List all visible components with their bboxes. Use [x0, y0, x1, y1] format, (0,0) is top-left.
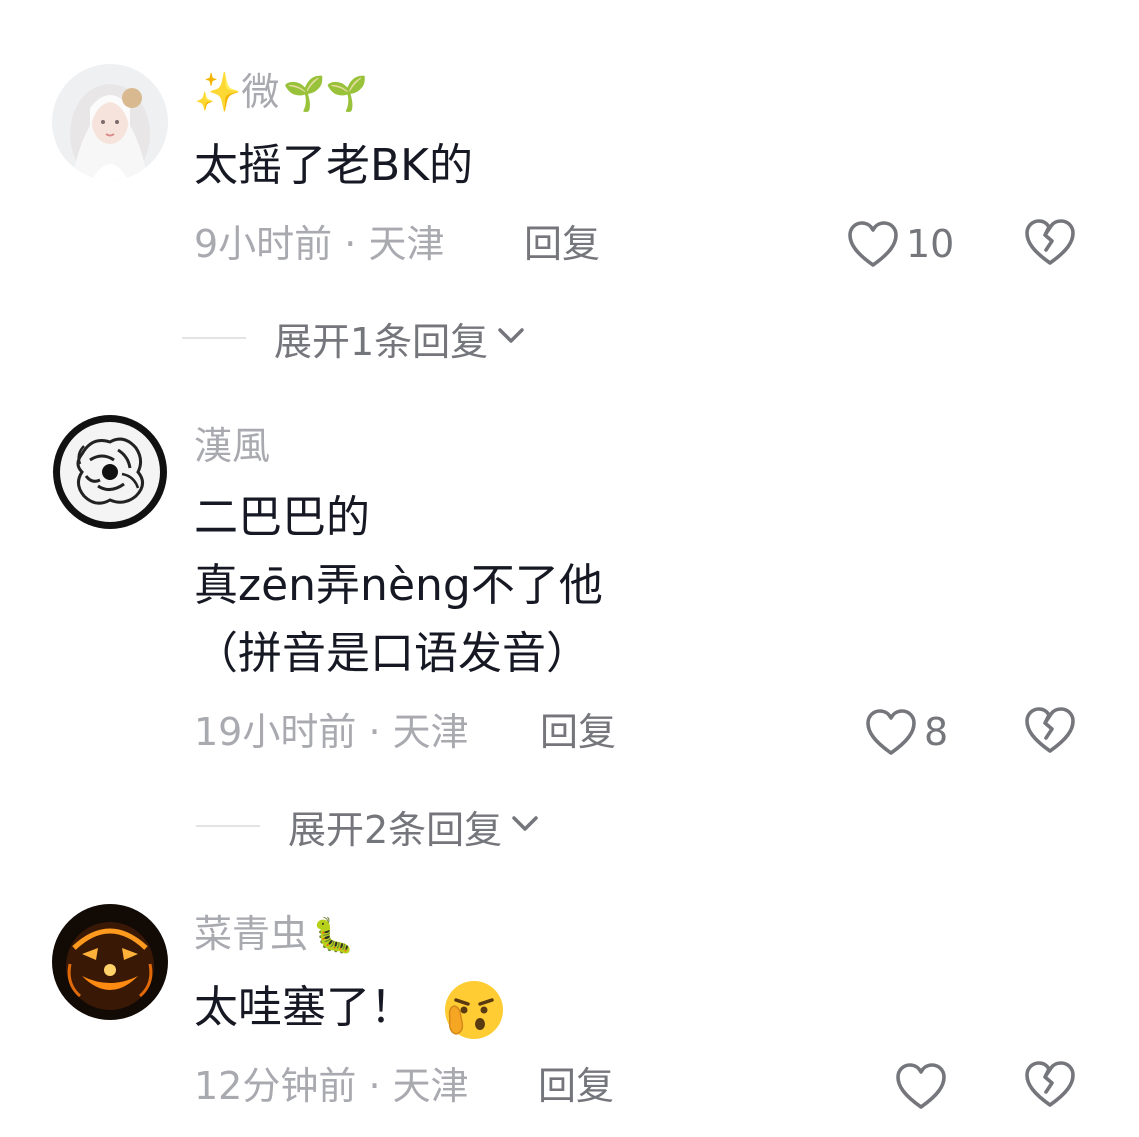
like-button[interactable]: 8 — [864, 704, 948, 760]
expand-replies-button[interactable]: 展开2条回复 — [196, 802, 540, 852]
timestamp: 12分钟前 — [194, 1064, 357, 1108]
comment-text-line: 真zēn弄nèng不了他 — [194, 560, 603, 611]
comment-text-content: 太哇塞了！ — [194, 982, 414, 1033]
heart-outline-icon — [896, 1063, 946, 1109]
reply-button[interactable]: 回复 — [540, 708, 616, 756]
chevron-down-icon — [496, 326, 526, 350]
username[interactable]: 漢風 — [194, 422, 270, 470]
location: 天津 — [368, 222, 445, 266]
dislike-button[interactable] — [1022, 704, 1078, 760]
heart-outline-icon — [848, 221, 898, 267]
like-button[interactable]: 10 — [846, 216, 954, 272]
comment-meta: 9小时前 · 天津 — [194, 220, 444, 268]
like-count: 8 — [924, 710, 949, 754]
timestamp: 19小时前 — [194, 710, 357, 754]
comment-text: 二巴巴的 真zēn弄nèng不了他 （拼音是口语发音） — [194, 484, 603, 688]
expand-replies-button[interactable]: 展开1条回复 — [182, 314, 526, 364]
avatar[interactable] — [52, 64, 168, 180]
like-button[interactable] — [894, 1058, 948, 1114]
avatar[interactable] — [52, 414, 168, 530]
chevron-down-icon — [510, 814, 540, 838]
like-count: 10 — [906, 222, 955, 266]
caterpillar-emoji: 🐛 — [312, 916, 355, 956]
shushing-face-emoji — [445, 981, 503, 1039]
reply-button[interactable]: 回复 — [538, 1062, 614, 1110]
dislike-button[interactable] — [1022, 216, 1078, 272]
meta-separator: · — [368, 710, 381, 754]
comment-text-line: 二巴巴的 — [194, 492, 370, 543]
location: 天津 — [392, 1064, 469, 1108]
sprout-emoji: 🌱🌱 — [283, 74, 368, 114]
username-text: 漢風 — [194, 424, 271, 468]
comment-text: 太摇了老BK的 — [194, 132, 473, 200]
username-text: 菜青虫 — [194, 912, 309, 956]
comment-text: 太哇塞了！ — [194, 974, 506, 1042]
expand-replies-label: 展开2条回复 — [288, 807, 503, 852]
heart-outline-icon — [866, 709, 916, 755]
username[interactable]: 菜青虫 🐛 — [194, 910, 354, 960]
broken-heart-outline-icon — [1025, 219, 1075, 265]
comment-text-line: （拼音是口语发音） — [194, 628, 590, 679]
username-text: ✨微 — [194, 70, 280, 114]
location: 天津 — [392, 710, 469, 754]
meta-separator: · — [368, 1064, 381, 1108]
dislike-button[interactable] — [1022, 1058, 1078, 1114]
comment-text-line: 太哇塞了！ — [194, 974, 506, 1042]
expand-replies-label: 展开1条回复 — [274, 319, 489, 364]
broken-heart-outline-icon — [1025, 707, 1075, 753]
reply-button[interactable]: 回复 — [524, 220, 600, 268]
comment-text-line: 太摇了老BK的 — [194, 140, 474, 191]
avatar[interactable] — [52, 904, 168, 1020]
divider-line — [182, 337, 246, 339]
meta-separator: · — [344, 222, 357, 266]
broken-heart-outline-icon — [1025, 1061, 1075, 1107]
comment-meta: 12分钟前 · 天津 — [194, 1062, 469, 1110]
username[interactable]: ✨微 🌱🌱 — [194, 68, 368, 118]
timestamp: 9小时前 — [194, 222, 333, 266]
comment-meta: 19小时前 · 天津 — [194, 708, 469, 756]
divider-line — [196, 825, 260, 827]
